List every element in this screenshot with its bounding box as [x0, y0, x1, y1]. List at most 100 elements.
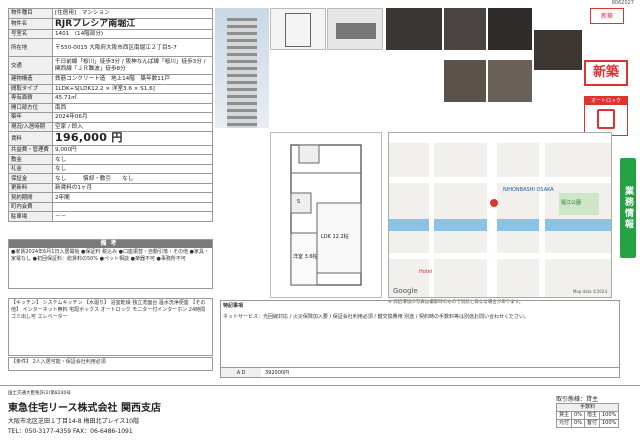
spec-row-label: 築年: [8, 112, 53, 123]
spec-row: 交通 千日前線「桜川」徒歩3分 / 阪神なんば線「桜川」徒歩3分 / 関西線「ＪＲ…: [8, 56, 213, 76]
spec-row-value: 〒550-0015 大阪府大阪市西区南堀江２丁目5-7: [52, 38, 213, 58]
interior-photo-5: [488, 8, 532, 50]
area-map[interactable]: NIHONBASHI OSAKA 堀江公園 Hotel Google Map d…: [388, 132, 612, 298]
commission-table: 手数料 貸主 0% 借主 100% 元付 0% 客付 100%: [555, 403, 620, 428]
map-hotel-label: Hotel: [419, 269, 433, 275]
spec-row: 専有面積 45.71㎡: [8, 93, 213, 104]
new-building-icon: 新築: [590, 8, 624, 24]
spec-row: 物件名 RJRプレシア南堀江: [8, 17, 213, 30]
commission-cell: 借主: [583, 411, 600, 420]
spec-row-label: 物件種目: [8, 8, 53, 19]
fee-row: 共益費・管理費 9,000円: [8, 145, 213, 156]
spec-row: 築年 2024年06月: [8, 112, 213, 123]
map-station-label: NIHONBASHI OSAKA: [503, 187, 554, 193]
fee-row-value: 新賃料の1ヶ月: [52, 183, 213, 194]
rent-row-value: 196,000 円: [52, 131, 213, 146]
ad-row: ＡＤ 392000円: [221, 367, 619, 377]
fee-row-label: 更新料: [8, 183, 53, 194]
spec-row: 現況/入居時期 空家 / 即入: [8, 121, 213, 133]
business-info-button[interactable]: 業務情報: [620, 158, 636, 258]
fee-row-label: 共益費・管理費: [8, 145, 53, 156]
spec-row-label: 号室名: [8, 28, 53, 40]
commission-cell: 客付: [583, 419, 600, 428]
trade-type-label: 取引態様：: [556, 396, 587, 403]
notes-section: 備考 ●家賃2024年6月1日入居開始 ●保証料 税込み ●口座振替・自動引落・…: [8, 239, 213, 289]
spec-row-label: 物件名: [8, 17, 53, 30]
spec-row-value: 千日前線「桜川」徒歩3分 / 阪神なんば線「桜川」徒歩3分 / 関西線「ＪＲ難波…: [52, 56, 213, 76]
fee-row: 契約期間 2年間: [8, 192, 213, 203]
commission-cell: 元付: [555, 419, 573, 428]
building-photo: [215, 8, 269, 128]
spec-row-label: 交通: [8, 56, 53, 76]
fee-row-value: なし: [52, 154, 213, 165]
rent-row-label: 賃料: [8, 131, 53, 146]
spec-row-value: 45.71㎡: [52, 93, 213, 104]
fee-row-value: なし 償却・敷引 なし: [52, 173, 213, 184]
spec-row-value: 1LDK+S[LDK12.2 × 洋室3.6 × S1.6]: [52, 83, 213, 95]
map-copyright: Map data ©2024: [572, 289, 607, 294]
ad-label: ＡＤ: [221, 368, 261, 377]
fee-row-label: 保証金: [8, 173, 53, 184]
spec-row: 物件種目 [住居用] マンション: [8, 8, 213, 19]
remarks-heading: 特記事項: [223, 303, 244, 309]
conditions-section: 【条件】 2人入居可能・保証会社利用必須: [8, 357, 213, 371]
spec-row-value: 南西: [52, 102, 213, 114]
floor-western-label: 洋室 3.6帖: [293, 254, 318, 260]
interior-photo-7: [488, 60, 532, 102]
fee-row-value: なし: [52, 164, 213, 175]
fee-row: 町内会費: [8, 202, 213, 213]
spec-row-value: 1401 (14階部分): [52, 28, 213, 40]
notes-heading: 備考: [9, 240, 212, 248]
spec-row-value: 鉄筋コンクリート造 地上14階 築年数11戸: [52, 74, 213, 85]
fee-row-value: －－: [52, 211, 213, 222]
spec-row-label: 建物構造: [8, 74, 53, 85]
floor-s-label: S: [297, 199, 301, 205]
spec-row: 開口部方位 南西: [8, 102, 213, 114]
fee-row-label: 駐車場: [8, 211, 53, 222]
fee-row-label: 町内会費: [8, 202, 53, 213]
fee-row: 保証金 なし 償却・敷引 なし: [8, 173, 213, 184]
commission-cell: 0%: [571, 419, 585, 428]
commission-heading: 手数料: [555, 403, 620, 412]
equipment-section: 【キッチン】 システムキッチン 【水廻り】 浴室乾燥 独立洗面台 温水洗浄便座 …: [8, 298, 213, 356]
equipment-text: 【キッチン】 システムキッチン 【水廻り】 浴室乾燥 独立洗面台 温水洗浄便座 …: [11, 300, 206, 320]
fee-row-label: 契約期間: [8, 192, 53, 203]
fee-row: 駐車場 －－: [8, 211, 213, 222]
company-tel: TEL：050-3177-4359 FAX：06-6486-1091: [8, 428, 133, 435]
spec-row: 建物構造 鉄筋コンクリート造 地上14階 築年数11戸: [8, 74, 213, 85]
spec-row-value: 空家 / 即入: [52, 121, 213, 133]
license-text: 国土交通大臣免許(2)第8240号: [8, 391, 71, 396]
spec-row: 所在地 〒550-0015 大阪府大阪市西区南堀江２丁目5-7: [8, 38, 213, 58]
interior-photo-1: [270, 8, 326, 50]
fee-row-value: [52, 202, 213, 213]
spec-row-value: [住居用] マンション: [52, 8, 213, 19]
commission-row: 元付 0% 客付 100%: [555, 419, 620, 428]
spec-row-label: 間取タイプ: [8, 83, 53, 95]
fee-row: 更新料 新賃料の1ヶ月: [8, 183, 213, 194]
footer: 国土交通大臣免許(2)第8240号 東急住宅リース株式会社 関西支店 大阪市北区…: [0, 385, 640, 448]
interior-photo-3: [386, 8, 442, 50]
notes-text: ●家賃2024年6月1日入居開始 ●保証料 税込み ●口座振替・自動引落・その他…: [11, 249, 209, 262]
spec-row-value: RJRプレシア南堀江: [52, 17, 213, 30]
remarks-text: ネットサービス：光回線対応 / 火災保険加入要 / 保証会社利用必須 / 鍵交換…: [223, 313, 530, 320]
floor-plan: LDK 12.2帖 洋室 3.6帖 S: [270, 132, 382, 298]
autolock-icon: オートロック: [584, 96, 628, 136]
map-park-label: 堀江公園: [561, 200, 582, 206]
interior-photo-4: [444, 8, 486, 50]
interior-photo-2: [327, 8, 383, 50]
remarks-section: 特記事項 ネットサービス：光回線対応 / 火災保険加入要 / 保証会社利用必須 …: [220, 300, 620, 378]
new-building-badge: 新築: [584, 60, 628, 86]
trade-type-value: 貸主: [586, 396, 599, 403]
commission-cell: 貸主: [555, 411, 573, 420]
spec-row-label: 所在地: [8, 38, 53, 58]
conditions-text: 【条件】 2人入居可能・保証会社利用必須: [11, 359, 106, 365]
fee-row: 礼金 なし: [8, 164, 213, 175]
commission-cell: 100%: [598, 411, 620, 420]
interior-photo-8: [534, 30, 582, 70]
interior-photo-6: [444, 60, 486, 102]
commission-row: 貸主 0% 借主 100%: [555, 411, 620, 420]
spec-row-label: 現況/入居時期: [8, 121, 53, 133]
spec-row-value: 2024年06月: [52, 112, 213, 123]
ad-value: 392000円: [265, 370, 290, 376]
fee-row-label: 敷金: [8, 154, 53, 165]
